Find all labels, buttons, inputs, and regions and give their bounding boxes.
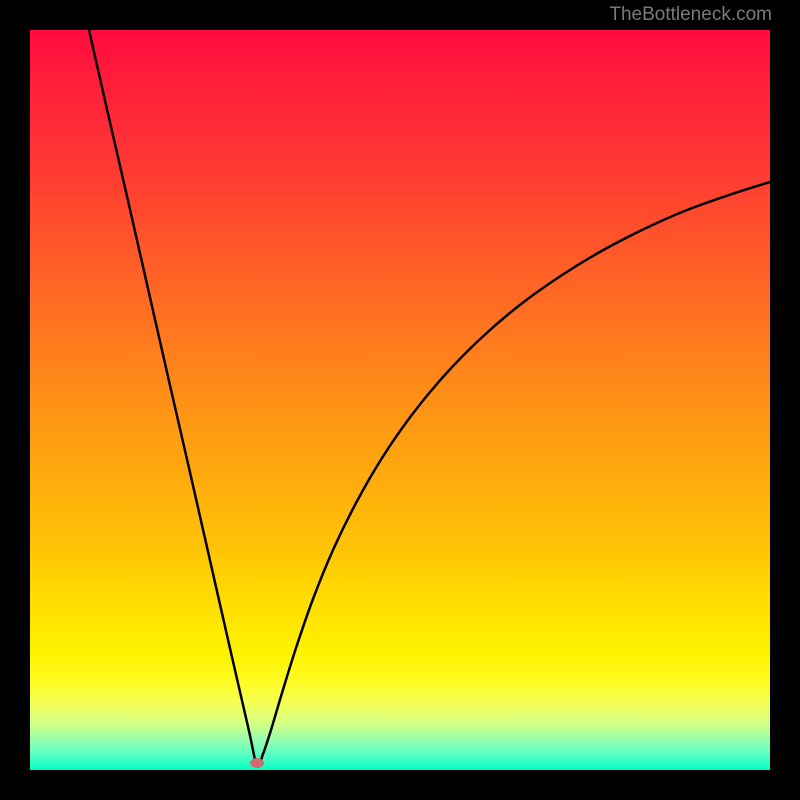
curve-layer <box>30 30 770 770</box>
minimum-marker <box>250 758 264 768</box>
plot-area <box>30 30 770 770</box>
chart-frame: TheBottleneck.com <box>0 0 800 800</box>
attribution-text: TheBottleneck.com <box>609 4 772 26</box>
bottleneck-curve <box>89 30 770 767</box>
